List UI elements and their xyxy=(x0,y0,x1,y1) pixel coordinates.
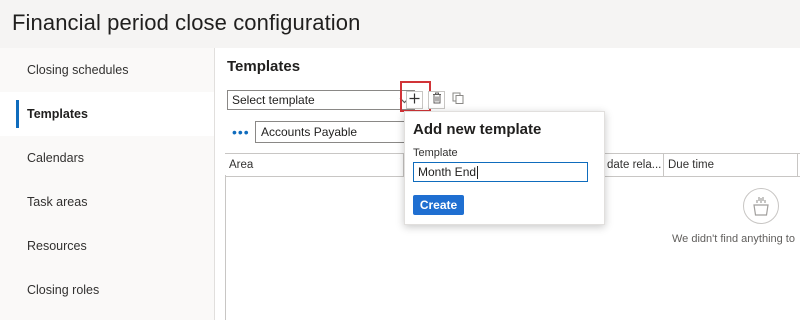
sidebar-item-calendars[interactable]: Calendars xyxy=(0,136,214,180)
sidebar-item-label: Resources xyxy=(27,239,87,253)
sidebar-item-closing-roles[interactable]: Closing roles xyxy=(0,268,214,312)
dialog-title: Add new template xyxy=(413,121,542,138)
copy-icon xyxy=(452,91,464,109)
section-title: Templates xyxy=(227,58,301,75)
add-template-dialog: Add new template Template Month End Crea… xyxy=(404,111,605,225)
add-button-highlight xyxy=(400,81,431,112)
column-header-date-relative[interactable]: date rela... xyxy=(603,154,663,176)
column-header-area[interactable]: Area xyxy=(225,154,403,176)
template-field-label: Template xyxy=(413,147,458,159)
sidebar-item-label: Task areas xyxy=(27,195,88,209)
sidebar-item-label: Templates xyxy=(27,107,88,121)
create-button[interactable]: Create xyxy=(413,195,464,215)
sidebar-item-resources[interactable]: Resources xyxy=(0,224,214,268)
sidebar: Closing schedules Templates Calendars Ta… xyxy=(0,48,215,320)
sidebar-item-label: Closing roles xyxy=(27,283,100,297)
sidebar-item-templates[interactable]: Templates xyxy=(0,92,214,136)
empty-state-message: We didn't find anything to xyxy=(672,233,795,245)
page-title: Financial period close configuration xyxy=(12,10,361,35)
template-name-value: Month End xyxy=(418,165,477,179)
sidebar-item-task-areas[interactable]: Task areas xyxy=(0,180,214,224)
sidebar-item-label: Calendars xyxy=(27,151,84,165)
trash-icon xyxy=(432,91,442,109)
active-indicator xyxy=(16,100,19,128)
more-icon[interactable]: ••• xyxy=(232,124,250,140)
copy-template-button[interactable] xyxy=(449,91,466,109)
column-header-due-time[interactable]: Due time xyxy=(663,154,797,176)
empty-state-icon xyxy=(743,188,779,224)
area-filter[interactable]: Accounts Payable xyxy=(255,121,411,143)
area-filter-value: Accounts Payable xyxy=(261,125,358,139)
text-caret xyxy=(477,166,479,180)
delete-template-button[interactable] xyxy=(428,91,445,109)
template-select[interactable]: Select template xyxy=(227,90,415,110)
sidebar-item-closing-schedules[interactable]: Closing schedules xyxy=(0,48,214,92)
sidebar-item-label: Closing schedules xyxy=(27,63,129,77)
template-name-input[interactable]: Month End xyxy=(413,162,588,182)
template-select-value: Select template xyxy=(232,93,315,107)
